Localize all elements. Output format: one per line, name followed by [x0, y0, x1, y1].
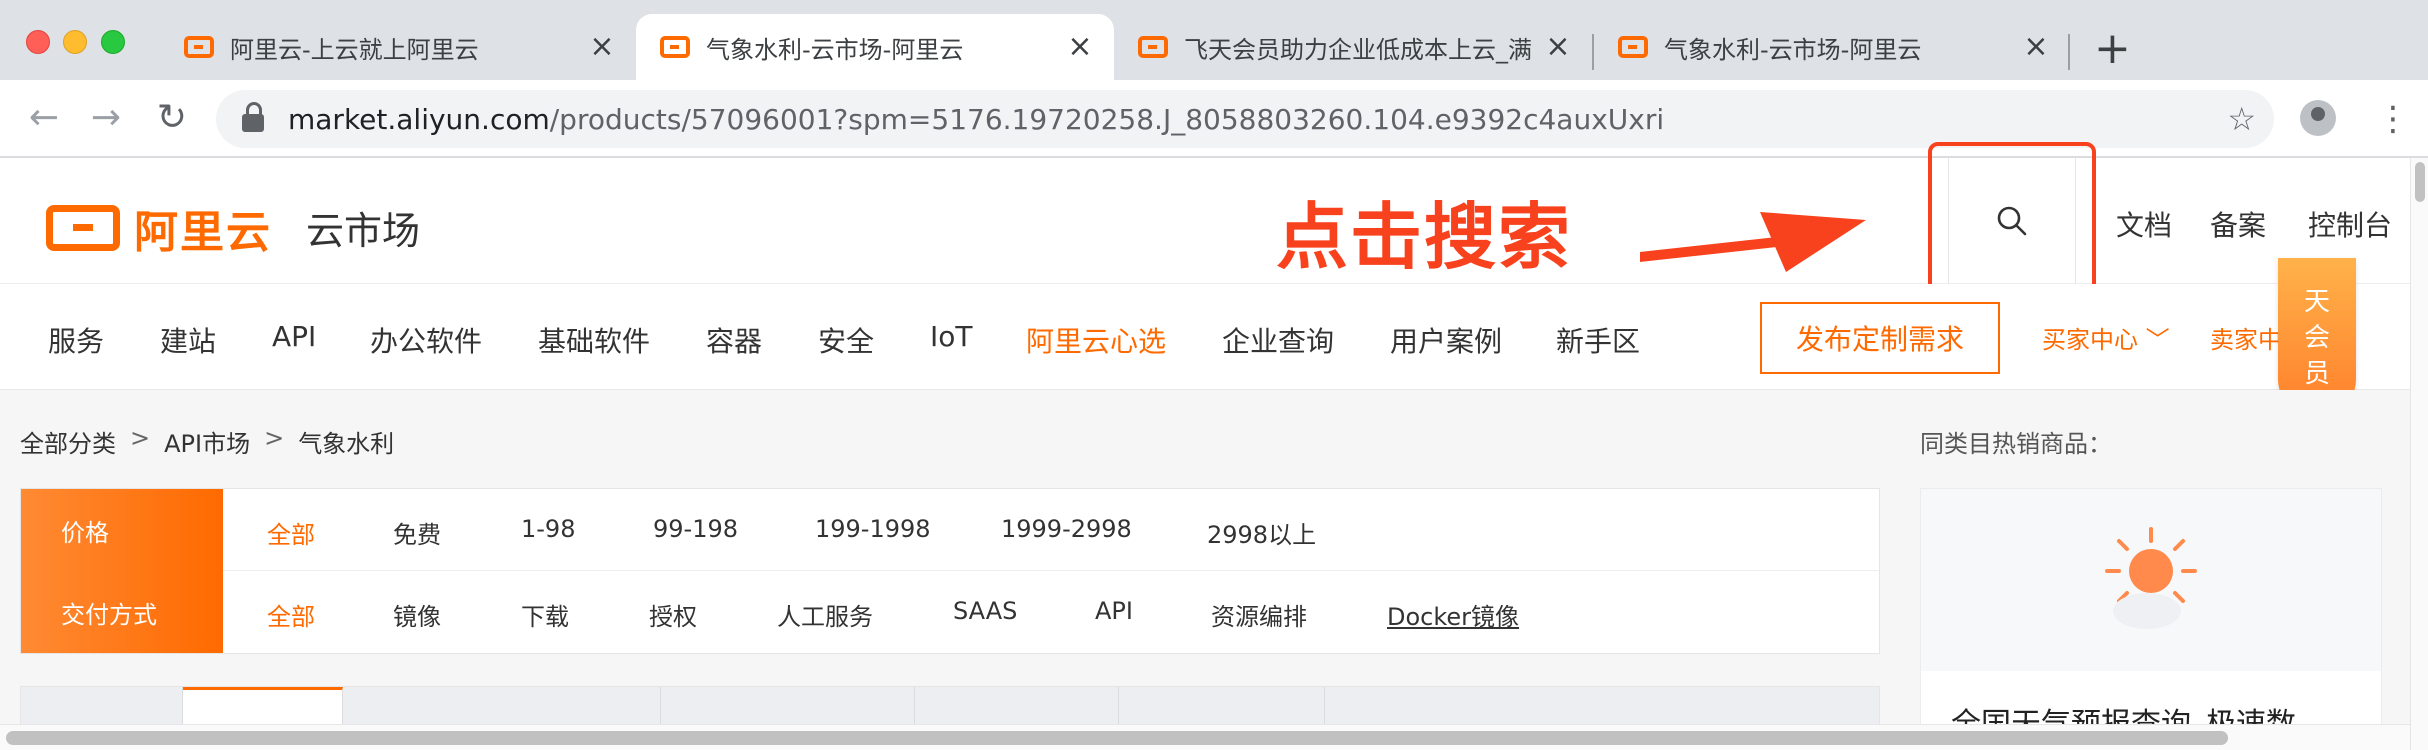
browser-tab-active[interactable]: 气象水利-云市场-阿里云 × [636, 14, 1114, 80]
site-header: 阿里云 云市场 点击搜索 文档 备案 控制台 [0, 142, 2410, 294]
delivery-option[interactable]: 授权 [649, 597, 697, 632]
nav-item-user-cases[interactable]: 用户案例 [1390, 320, 1502, 360]
browser-tab[interactable]: 阿里云-上云就上阿里云 × [160, 14, 636, 80]
price-option[interactable]: 2998以上 [1207, 515, 1316, 550]
horizontal-scrollbar-thumb[interactable] [6, 731, 2228, 745]
horizontal-scrollbar[interactable] [0, 724, 2410, 750]
filter-label-delivery: 交付方式 [21, 571, 223, 653]
annotation-click-search: 点击搜索 [1276, 195, 1573, 279]
vertical-scrollbar-thumb[interactable] [2415, 162, 2425, 202]
price-option[interactable]: 1999-2998 [1001, 515, 1132, 543]
member-badge-char: 会 [2303, 323, 2330, 353]
logo-text: 阿里云 [134, 207, 272, 258]
breadcrumb-all-categories[interactable]: 全部分类 [20, 424, 116, 459]
publish-request-button[interactable]: 发布定制需求 [1760, 302, 2000, 374]
member-badge-char: 天 [2303, 287, 2330, 317]
window-minimize-button[interactable] [63, 30, 87, 54]
hot-product-card[interactable]: 全国天气预报查询_极速数 [1920, 488, 2382, 750]
delivery-option[interactable]: 资源编排 [1211, 597, 1307, 632]
member-badge-char: 员 [2303, 359, 2330, 389]
price-option[interactable]: 免费 [393, 515, 441, 550]
search-button[interactable] [1948, 158, 2076, 284]
tab-close-icon[interactable]: × [588, 32, 616, 62]
url-path: /products/57096001?spm=5176.19720258.J_8… [549, 102, 1665, 136]
delivery-option[interactable]: 全部 [267, 597, 315, 632]
seller-center-link[interactable]: 卖家中 [2210, 320, 2282, 355]
browser-tab-strip: 阿里云-上云就上阿里云 × 气象水利-云市场-阿里云 × 飞天会员助力企业低成本… [0, 0, 2428, 80]
aliyun-favicon-icon [184, 36, 214, 58]
header-link-filing[interactable]: 备案 [2210, 204, 2266, 244]
weather-sun-icon [2105, 527, 2197, 629]
aliyun-logo[interactable]: 阿里云 [46, 196, 272, 260]
window-close-button[interactable] [26, 30, 50, 54]
url-host: market.aliyun.com [288, 102, 550, 136]
address-bar[interactable]: market.aliyun.com/products/57096001?spm=… [216, 90, 2274, 148]
aliyun-favicon-icon [1618, 36, 1648, 58]
aliyun-logo-mark-icon [46, 205, 120, 251]
browser-menu-icon[interactable]: ⋮ [2376, 94, 2410, 144]
annotation-arrow-icon [1640, 212, 1866, 272]
reload-icon[interactable]: ↻ [152, 98, 192, 138]
nav-item-base-software[interactable]: 基础软件 [538, 320, 650, 360]
tab-title: 阿里云-上云就上阿里云 [230, 35, 479, 64]
nav-item-office-software[interactable]: 办公软件 [370, 320, 482, 360]
aliyun-favicon-icon [660, 36, 690, 58]
nav-item-security[interactable]: 安全 [818, 320, 874, 360]
nav-item-iot[interactable]: IoT [930, 320, 973, 353]
delivery-option[interactable]: Docker镜像 [1387, 597, 1519, 632]
tab-close-icon[interactable]: × [1066, 32, 1094, 62]
price-option[interactable]: 全部 [267, 515, 315, 550]
nav-item-api[interactable]: API [272, 320, 316, 353]
category-nav: 服务 建站 API 办公软件 基础软件 容器 安全 IoT 阿里云心选 企业查询… [0, 284, 2410, 390]
search-icon [1997, 206, 2027, 236]
filter-label-price: 价格 [21, 489, 223, 571]
breadcrumb-api-market[interactable]: API市场 [164, 424, 250, 459]
delivery-option[interactable]: 镜像 [393, 597, 441, 632]
nav-item-website[interactable]: 建站 [160, 320, 216, 360]
bookmark-star-icon[interactable]: ☆ [2227, 100, 2256, 138]
aliyun-favicon-icon [1138, 36, 1168, 58]
delivery-option[interactable]: 下载 [521, 597, 569, 632]
tab-title: 气象水利-云市场-阿里云 [1664, 35, 1922, 64]
nav-item-services[interactable]: 服务 [48, 320, 104, 360]
delivery-option[interactable]: 人工服务 [777, 597, 873, 632]
nav-item-beginner[interactable]: 新手区 [1556, 320, 1640, 360]
new-tab-button[interactable]: + [2094, 24, 2131, 74]
browser-tab[interactable]: 气象水利-云市场-阿里云 × [1594, 14, 2070, 80]
breadcrumb-separator: > [264, 424, 285, 452]
browser-tab[interactable]: 飞天会员助力企业低成本上云_满 × [1114, 14, 1592, 80]
lock-icon[interactable] [242, 102, 264, 132]
filter-row-delivery: 交付方式 全部 镜像 下载 授权 人工服务 SAAS API 资源编排 Dock… [21, 571, 1879, 653]
product-image [1921, 489, 2381, 671]
market-title[interactable]: 云市场 [306, 200, 420, 255]
nav-item-container[interactable]: 容器 [706, 320, 762, 360]
filter-panel: 价格 全部 免费 1-98 99-198 199-1998 1999-2998 … [20, 488, 1880, 654]
delivery-option[interactable]: SAAS [953, 597, 1017, 625]
header-link-console[interactable]: 控制台 [2308, 204, 2392, 244]
tab-title: 气象水利-云市场-阿里云 [706, 35, 964, 64]
breadcrumb: 全部分类 > API市场 > 气象水利 [20, 424, 408, 459]
nav-item-aliyun-selection[interactable]: 阿里云心选 [1026, 320, 1166, 360]
back-arrow-icon[interactable]: ← [24, 98, 64, 138]
nav-item-enterprise-query[interactable]: 企业查询 [1222, 320, 1334, 360]
header-link-docs[interactable]: 文档 [2116, 204, 2172, 244]
sidebar-hot-products-title: 同类目热销商品： [1920, 430, 2112, 458]
vertical-scrollbar[interactable] [2410, 158, 2428, 750]
tab-title: 飞天会员助力企业低成本上云_满 [1184, 35, 1532, 64]
forward-arrow-icon[interactable]: → [86, 98, 126, 138]
filter-row-price: 价格 全部 免费 1-98 99-198 199-1998 1999-2998 … [21, 489, 1879, 571]
profile-avatar-icon[interactable] [2300, 100, 2336, 136]
breadcrumb-separator: > [130, 424, 151, 452]
window-maximize-button[interactable] [101, 30, 125, 54]
breadcrumb-current: 气象水利 [298, 430, 395, 458]
price-option[interactable]: 199-1998 [815, 515, 931, 543]
tab-close-icon[interactable]: × [2022, 32, 2050, 62]
buyer-center-dropdown[interactable]: 买家中心 ﹀ [2042, 320, 2170, 355]
price-option[interactable]: 1-98 [521, 515, 575, 543]
price-option[interactable]: 99-198 [653, 515, 738, 543]
delivery-option[interactable]: API [1095, 597, 1133, 625]
tab-close-icon[interactable]: × [1544, 32, 1572, 62]
tab-separator [2068, 34, 2070, 70]
